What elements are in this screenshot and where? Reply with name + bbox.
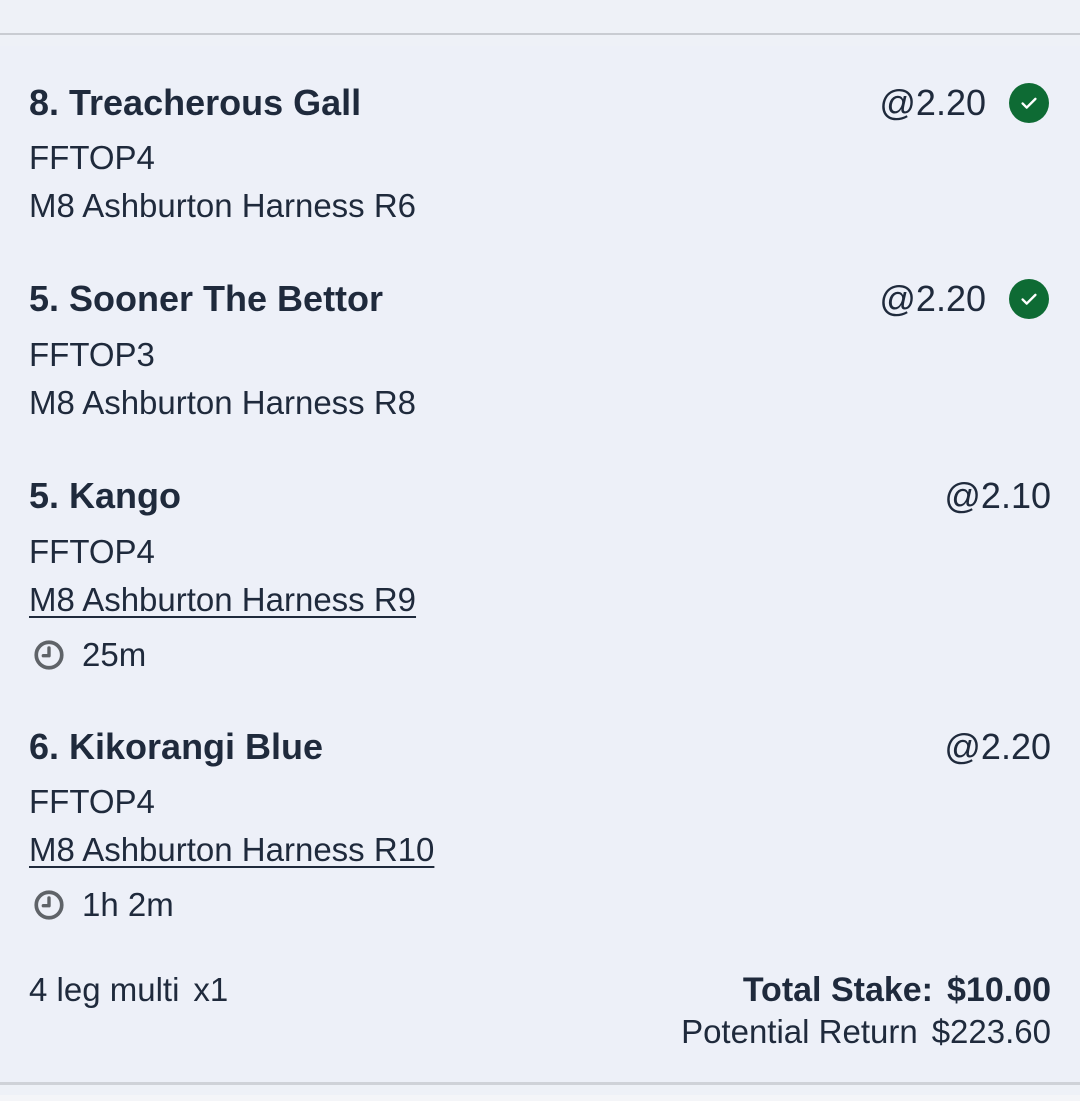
next-card-edge <box>0 1095 1080 1101</box>
check-circle-icon <box>1009 83 1049 123</box>
multi-summary: 4 leg multi x1 <box>29 970 228 1010</box>
start-countdown: 1h 2m <box>32 885 174 925</box>
multi-bet-card: 8. Treacherous Gall @2.20 FFTOP4 M8 Ashb… <box>0 46 1080 1085</box>
check-circle-icon <box>1009 279 1049 319</box>
race-name: M8 Ashburton Harness R6 <box>29 187 417 224</box>
leg-odds: @2.20 <box>879 82 986 123</box>
clock-icon <box>34 890 64 920</box>
countdown-text: 25m <box>82 636 147 673</box>
stake-summary: Total Stake: $10.00 Potential Return $223.… <box>681 970 1051 1052</box>
multi-label: 4 leg multi <box>29 971 180 1008</box>
runner-name: 8. Treacherous Gall <box>29 82 362 123</box>
total-stake-label: Total Stake: <box>742 971 933 1009</box>
start-countdown: 25m <box>32 635 146 675</box>
previous-card-edge <box>0 0 1080 35</box>
race-link[interactable]: M8 Ashburton Harness R9 <box>29 580 416 620</box>
potential-return-label: Potential Return <box>681 1013 918 1050</box>
total-stake-value: $10.00 <box>947 971 1051 1009</box>
race-name: M8 Ashburton Harness R8 <box>29 384 417 421</box>
runner-name: 6. Kikorangi Blue <box>29 726 324 767</box>
leg-odds: @2.20 <box>944 726 1051 767</box>
bet-type: FFTOP4 <box>29 783 155 820</box>
multiplier: x1 <box>193 971 229 1008</box>
runner-name: 5. Kango <box>29 475 182 516</box>
runner-name: 5. Sooner The Bettor <box>29 278 384 319</box>
total-stake-row: Total Stake: $10.00 <box>681 970 1051 1010</box>
clock-icon <box>34 640 64 670</box>
bet-type: FFTOP4 <box>29 139 155 176</box>
race-link[interactable]: M8 Ashburton Harness R10 <box>29 830 434 870</box>
leg-odds: @2.10 <box>944 475 1051 516</box>
bet-type: FFTOP3 <box>29 336 155 373</box>
countdown-text: 1h 2m <box>82 886 174 923</box>
potential-return-value: $223.60 <box>931 1013 1051 1050</box>
bet-type: FFTOP4 <box>29 533 155 570</box>
leg-odds: @2.20 <box>879 278 986 319</box>
potential-return-row: Potential Return $223.60 <box>681 1012 1051 1052</box>
